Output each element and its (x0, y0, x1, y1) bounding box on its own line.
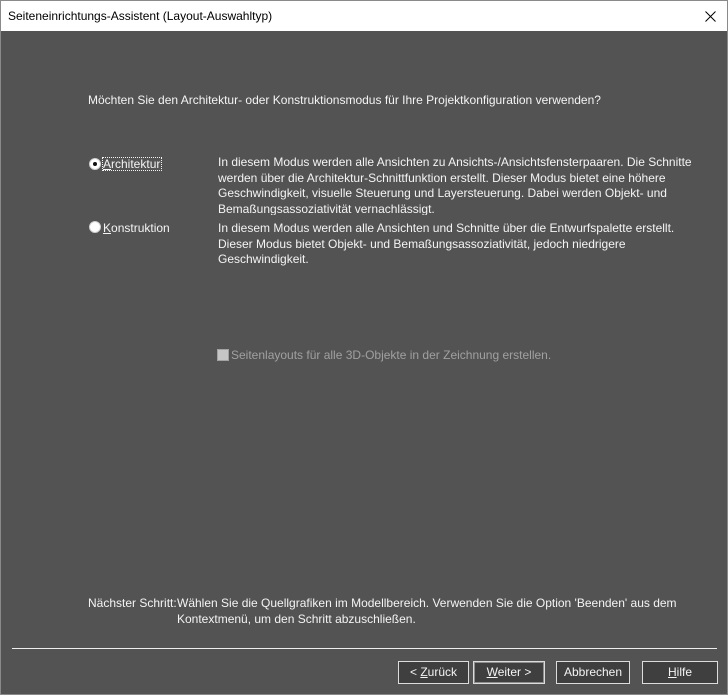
title-bar[interactable]: Seiteneinrichtungs-Assistent (Layout-Aus… (0, 0, 728, 31)
close-icon (705, 11, 716, 22)
footer-separator (12, 648, 717, 649)
radio-label-konstruktion[interactable]: Konstruktion (102, 221, 172, 235)
next-step-line: Kontextmenü, um den Schritt abzuschließe… (177, 611, 416, 626)
description-line: In diesem Modus werden alle Ansichten un… (218, 221, 675, 235)
wizard-dialog: Seiteneinrichtungs-Assistent (Layout-Aus… (0, 0, 728, 695)
window-title: Seiteneinrichtungs-Assistent (Layout-Aus… (8, 9, 273, 23)
layout-checkbox[interactable] (217, 349, 229, 361)
next-button[interactable]: Weiter > (473, 661, 545, 684)
mnemonic-letter: A (103, 157, 112, 171)
close-button[interactable] (689, 1, 727, 31)
next-step-heading: Nächster Schritt: (88, 596, 177, 610)
layout-checkbox-label[interactable]: Seitenlayouts für alle 3D-Objekte in der… (231, 348, 551, 364)
mnemonic-letter: W (486, 665, 498, 679)
description-line: Geschwindigkeit, visuelle Steuerung und … (218, 186, 667, 201)
mnemonic-letter: K (103, 221, 112, 235)
question-text: Möchten Sie den Architektur- oder Konstr… (88, 93, 601, 107)
description-line: Geschwindigkeit. (218, 252, 309, 267)
mnemonic-letter: H (667, 665, 677, 679)
description-line: Bemaßungsassoziativität vernachlässigt. (218, 201, 435, 215)
back-button[interactable]: < Zurück (398, 661, 469, 684)
next-step-line: Wählen Sie die Quellgrafiken im Modellbe… (177, 596, 677, 610)
description-line: werden über die Architektur-Schnittfunkt… (218, 170, 666, 185)
radio-button-konstruktion[interactable] (89, 221, 101, 233)
description-architektur: In diesem Modus werden alle Ansichten zu… (218, 155, 692, 215)
description-line: Dieser Modus bietet Objekt- und Bemaßung… (218, 236, 626, 251)
description-konstruktion: In diesem Modus werden alle Ansichten un… (218, 221, 674, 268)
description-line: In diesem Modus werden alle Ansichten zu… (218, 155, 692, 169)
radio-label-architektur[interactable]: Architektur (102, 157, 163, 171)
next-step-text: Wählen Sie die Quellgrafiken im Modellbe… (177, 596, 677, 627)
radio-button-architektur[interactable] (89, 158, 101, 170)
help-button[interactable]: Hilfe (642, 661, 718, 684)
mnemonic-letter: Z (420, 665, 428, 679)
cancel-button[interactable]: Abbrechen (556, 661, 630, 684)
